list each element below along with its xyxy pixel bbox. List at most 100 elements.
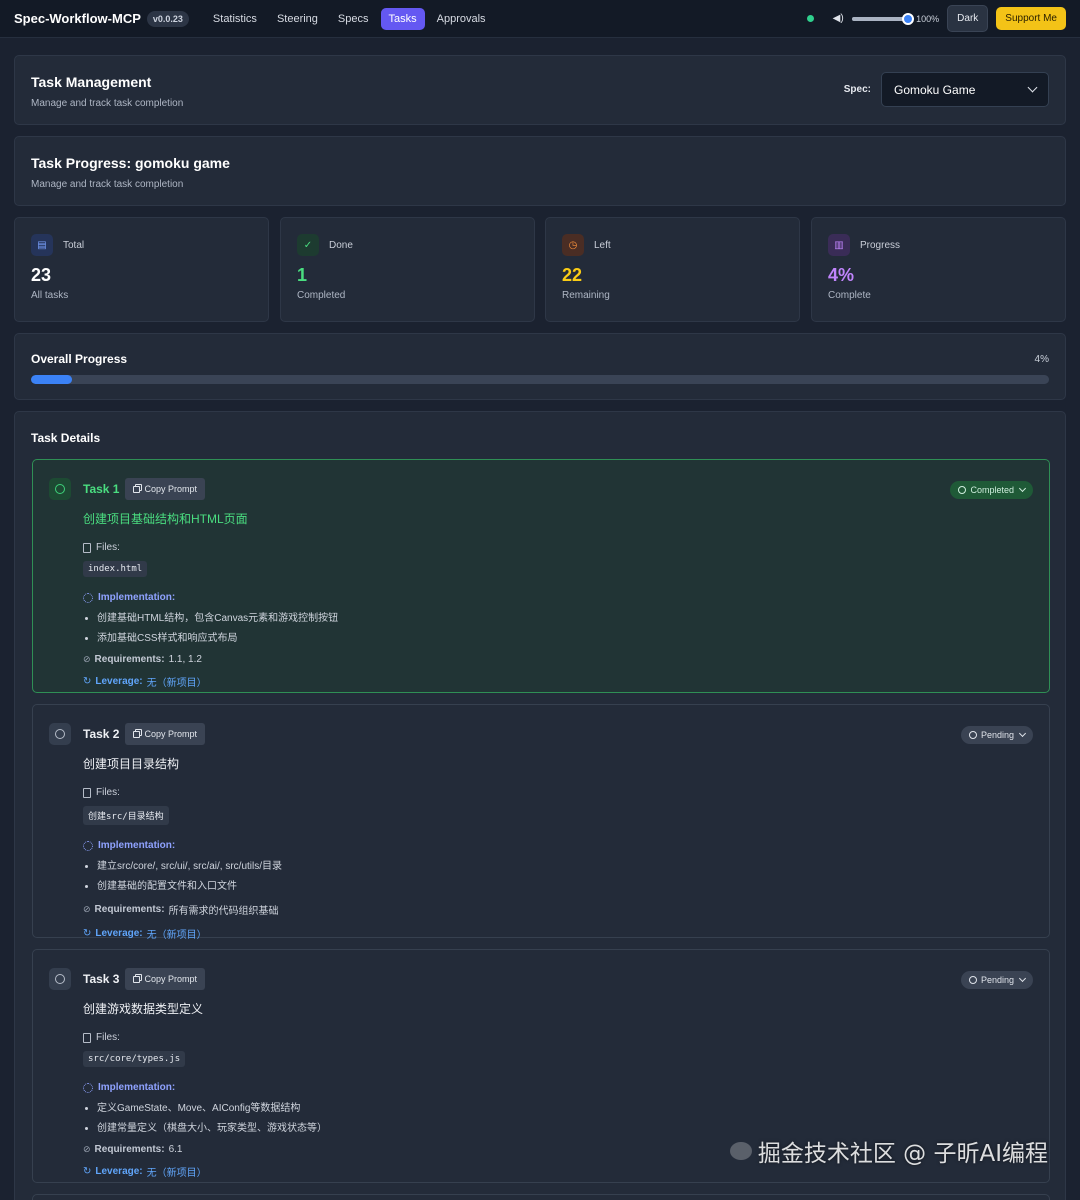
file-chip: index.html: [83, 561, 148, 577]
task-description: 创建游戏数据类型定义: [83, 1002, 204, 1016]
copy-prompt-button[interactable]: Copy Prompt: [125, 723, 205, 745]
copy-icon: [133, 730, 141, 738]
task-description: 创建项目基础结构和HTML页面: [83, 512, 248, 526]
copy-prompt-label: Copy Prompt: [144, 974, 197, 984]
stat-value: 1: [297, 265, 308, 285]
top-navigation-bar: Spec-Workflow-MCP v0.0.23 Statistics Ste…: [0, 0, 1080, 38]
stat-card-progress: ▥ Progress 4% Complete: [811, 217, 1066, 322]
task-name: Task 2: [83, 727, 120, 741]
volume-icon[interactable]: ◀): [832, 13, 844, 24]
support-me-button[interactable]: Support Me: [996, 7, 1066, 30]
file-icon: [83, 787, 91, 798]
task-status-label: Pending: [980, 975, 1014, 985]
files-label: Files:: [96, 542, 120, 553]
task-details-panel: Task Details Task 1 Copy Prompt Complete…: [14, 411, 1066, 1200]
nav-approvals[interactable]: Approvals: [429, 8, 494, 30]
stat-value: 23: [31, 265, 52, 285]
watermark-text: 掘金技术社区 @ 子昕AI编程: [757, 1141, 1048, 1167]
implementation-list: 创建基础HTML结构，包含Canvas元素和游戏控制按钮 添加基础CSS样式和响…: [83, 609, 1033, 644]
stat-card-done: ✓ Done 1 Completed: [280, 217, 535, 322]
file-chip: 创建src/目录结构: [83, 806, 169, 825]
chevron-down-icon: [1018, 974, 1027, 983]
volume-slider-knob[interactable]: [902, 12, 915, 25]
stat-caption: Completed: [297, 290, 346, 301]
requirements-value: 1.1, 1.2: [168, 654, 202, 665]
chevron-down-icon: [1018, 484, 1027, 493]
nav-steering[interactable]: Steering: [269, 8, 326, 30]
clock-icon: ◷: [562, 234, 584, 256]
stat-caption: Complete: [828, 290, 871, 301]
implementation-item: 添加基础CSS样式和响应式布局: [97, 629, 1033, 644]
stat-label: Progress: [860, 239, 901, 251]
refresh-icon: ↻: [83, 676, 92, 687]
leverage-label: Leverage:: [95, 928, 143, 939]
task-card-4: [32, 1194, 1050, 1200]
leverage-value: 无（新项目）: [146, 678, 207, 689]
task-status-dropdown[interactable]: Completed: [950, 481, 1033, 499]
check-circle-icon: [958, 486, 967, 494]
theme-toggle-button[interactable]: Dark: [947, 5, 989, 32]
gear-icon: [83, 840, 93, 851]
volume-percent: 100%: [916, 13, 940, 24]
refresh-icon: ↻: [83, 928, 92, 939]
overall-progress-panel: Overall Progress 4%: [14, 333, 1066, 400]
implementation-label: Implementation:: [98, 840, 176, 851]
volume-slider-fill: [852, 16, 909, 21]
nav-specs[interactable]: Specs: [330, 8, 377, 30]
leverage-label: Leverage:: [95, 1166, 143, 1177]
implementation-label: Implementation:: [98, 1082, 176, 1093]
leverage-label: Leverage:: [95, 676, 143, 687]
volume-slider[interactable]: [852, 12, 915, 25]
overall-progress-percent: 4%: [1034, 354, 1049, 365]
chevron-down-icon: [1018, 729, 1027, 738]
progress-subtitle: Manage and track task completion: [31, 179, 184, 190]
copy-prompt-button[interactable]: Copy Prompt: [125, 968, 205, 990]
bar-chart-icon: ▥: [828, 234, 850, 256]
gear-icon: [83, 592, 93, 603]
implementation-item: 建立src/core/, src/ui/, src/ai/, src/utils…: [97, 857, 1033, 872]
requirements-label: Requirements:: [94, 654, 165, 665]
progress-title: Task Progress: gomoku game: [31, 155, 230, 171]
stat-caption: All tasks: [31, 290, 69, 301]
clock-icon: [968, 731, 977, 739]
requirements-label: Requirements:: [94, 904, 165, 915]
copy-icon: [133, 975, 141, 983]
implementation-item: 创建基础HTML结构，包含Canvas元素和游戏控制按钮: [97, 609, 1033, 624]
task-status-dropdown[interactable]: Pending: [960, 971, 1033, 989]
clipboard-icon: ▤: [31, 234, 53, 256]
refresh-icon: ↻: [83, 1166, 92, 1177]
main-nav: Statistics Steering Specs Tasks Approval…: [205, 7, 494, 30]
clock-icon: [49, 968, 71, 990]
clock-icon: [968, 976, 977, 984]
link-icon: ⊘: [83, 904, 91, 914]
version-badge: v0.0.23: [146, 10, 189, 27]
implementation-label: Implementation:: [98, 592, 176, 603]
requirements-value: 所有需求的代码组织基础: [168, 906, 279, 917]
copy-icon: [133, 485, 141, 493]
spec-select[interactable]: Gomoku Game: [881, 72, 1049, 107]
chevron-down-icon: [1027, 82, 1038, 93]
task-status-dropdown[interactable]: Pending: [960, 726, 1033, 744]
nav-statistics[interactable]: Statistics: [205, 8, 265, 30]
file-icon: [83, 1032, 91, 1043]
nav-tasks[interactable]: Tasks: [380, 7, 425, 30]
requirements-label: Requirements:: [94, 1144, 165, 1155]
app-brand[interactable]: Spec-Workflow-MCP: [14, 11, 141, 26]
task-name: Task 3: [83, 972, 120, 986]
implementation-item: 创建基础的配置文件和入口文件: [97, 877, 1033, 892]
wechat-logo-icon: [729, 1142, 752, 1160]
stat-label: Left: [594, 239, 611, 251]
implementation-item: 创建常量定义（棋盘大小、玩家类型、游戏状态等）: [97, 1119, 1033, 1134]
task-card-1: Task 1 Copy Prompt Completed 创建项目基础结构和HT…: [32, 459, 1050, 693]
stat-caption: Remaining: [562, 290, 610, 301]
watermark: 掘金技术社区 @ 子昕AI编程: [729, 1134, 1048, 1168]
clock-icon: [49, 723, 71, 745]
spec-label: Spec:: [843, 84, 871, 95]
task-name: Task 1: [83, 482, 120, 496]
implementation-list: 建立src/core/, src/ui/, src/ai/, src/utils…: [83, 857, 1033, 892]
gear-icon: [83, 1082, 93, 1093]
copy-prompt-label: Copy Prompt: [144, 484, 197, 494]
copy-prompt-button[interactable]: Copy Prompt: [125, 478, 205, 500]
topbar-controls: ◀) 100% Dark Support Me: [807, 5, 1066, 32]
task-progress-panel: Task Progress: gomoku game Manage and tr…: [14, 136, 1066, 206]
